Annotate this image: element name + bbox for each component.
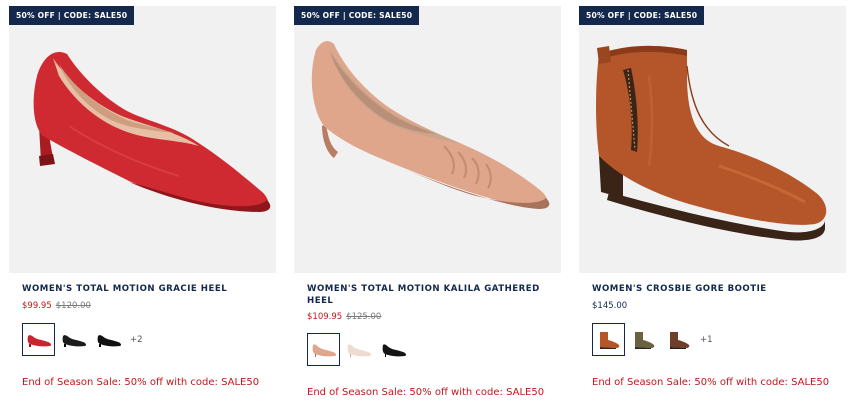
black-shoe-thumbnail <box>97 334 121 347</box>
black-shoe-thumbnail <box>62 334 86 347</box>
sale-price: $99.95 <box>22 301 52 311</box>
product-card-gracie-heel[interactable]: 50% OFF | CODE: SALE50 WOMEN'S TOTAL MOT… <box>9 6 276 388</box>
promo-badge: 50% OFF | CODE: SALE50 <box>294 6 420 25</box>
nude-pump-image <box>311 41 550 209</box>
product-price: $145.00 <box>592 301 627 311</box>
color-swatches: +2 <box>22 323 143 356</box>
product-title[interactable]: WOMEN'S TOTAL MOTION GRACIE HEEL <box>22 283 267 295</box>
promo-badge: 50% OFF | CODE: SALE50 <box>9 6 135 25</box>
swatch-brown[interactable] <box>662 323 695 356</box>
cognac-boot-thumbnail <box>599 331 619 349</box>
promo-text: End of Season Sale: 50% off with code: S… <box>592 377 830 388</box>
color-swatches <box>307 333 412 366</box>
swatch-cognac[interactable] <box>592 323 625 356</box>
product-image-kalila-heel[interactable]: 50% OFF | CODE: SALE50 <box>294 6 561 273</box>
product-title[interactable]: WOMEN'S TOTAL MOTION KALILA GATHERED HEE… <box>307 283 552 307</box>
ivory-shoe-thumbnail <box>347 343 371 357</box>
promo-badge: 50% OFF | CODE: SALE50 <box>579 6 705 25</box>
promo-text: End of Season Sale: 50% off with code: S… <box>307 387 545 398</box>
red-pump-image <box>33 52 271 212</box>
more-colors-count[interactable]: +2 <box>130 335 143 345</box>
brown-boot-thumbnail <box>669 331 689 349</box>
color-swatches: +1 <box>592 323 713 356</box>
swatch-ivory[interactable] <box>342 333 375 366</box>
product-price: $109.95 $125.00 <box>307 312 381 322</box>
swatch-olive[interactable] <box>627 323 660 356</box>
product-card-kalila-heel[interactable]: 50% OFF | CODE: SALE50 WOMEN'S TOTAL MOT… <box>294 6 561 398</box>
red-shoe-thumbnail <box>27 334 51 347</box>
brown-bootie-image <box>596 45 827 241</box>
product-title[interactable]: WOMEN'S CROSBIE GORE BOOTIE <box>592 283 837 295</box>
olive-boot-thumbnail <box>634 331 654 349</box>
swatch-black-1[interactable] <box>57 323 90 356</box>
product-image-gracie-heel[interactable]: 50% OFF | CODE: SALE50 <box>9 6 276 273</box>
swatch-black-2[interactable] <box>92 323 125 356</box>
sale-price: $109.95 <box>307 312 343 322</box>
more-colors-count[interactable]: +1 <box>700 335 713 345</box>
swatch-black[interactable] <box>377 333 410 366</box>
product-price: $99.95 $120.00 <box>22 301 91 311</box>
nude-shoe-thumbnail <box>312 343 336 357</box>
swatch-nude[interactable] <box>307 333 340 366</box>
regular-price: $145.00 <box>592 301 628 311</box>
product-image-crosbie-bootie[interactable]: 50% OFF | CODE: SALE50 <box>579 6 846 273</box>
black-shoe-thumbnail <box>382 343 406 357</box>
product-card-crosbie-bootie[interactable]: 50% OFF | CODE: SALE50 WOMEN'S CROSBIE G… <box>579 6 846 388</box>
original-price: $120.00 <box>55 301 91 311</box>
promo-text: End of Season Sale: 50% off with code: S… <box>22 377 260 388</box>
original-price: $125.00 <box>346 312 382 322</box>
swatch-red[interactable] <box>22 323 55 356</box>
